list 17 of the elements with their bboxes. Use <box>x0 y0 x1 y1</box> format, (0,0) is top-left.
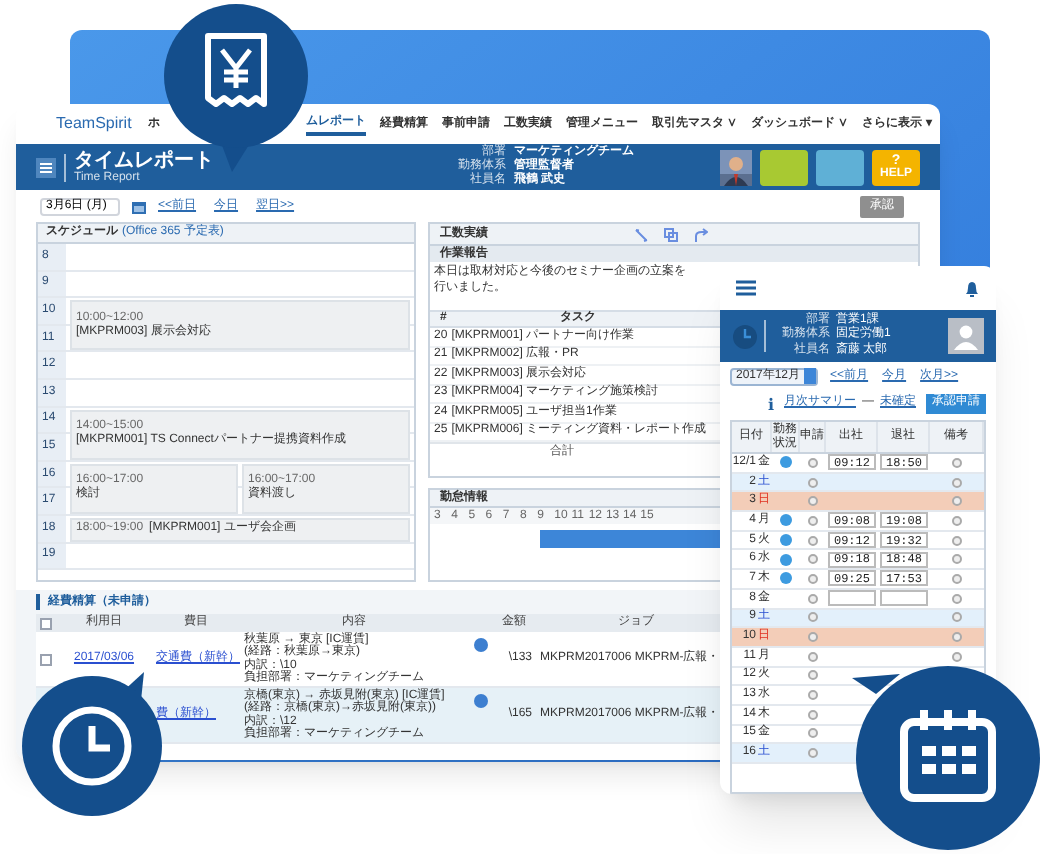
info-icon[interactable]: i <box>767 391 774 415</box>
calendar-icon[interactable] <box>132 199 146 213</box>
time-field[interactable] <box>828 590 876 607</box>
app-tile[interactable] <box>816 149 864 185</box>
brand-name: TeamSpirit <box>56 114 132 134</box>
select-all-checkbox[interactable] <box>40 617 52 629</box>
avatar-icon <box>948 318 984 354</box>
copy-icon[interactable] <box>664 227 678 241</box>
page-title: タイムレポート <box>74 151 214 171</box>
app-tile[interactable] <box>760 149 808 185</box>
time-field[interactable] <box>880 590 928 607</box>
bell-icon[interactable] <box>964 279 980 297</box>
menu-icon[interactable] <box>36 157 56 177</box>
share-icon[interactable] <box>694 227 708 241</box>
row-checkbox[interactable] <box>40 653 52 665</box>
clock-icon <box>732 323 758 349</box>
menu-icon[interactable] <box>736 280 756 296</box>
